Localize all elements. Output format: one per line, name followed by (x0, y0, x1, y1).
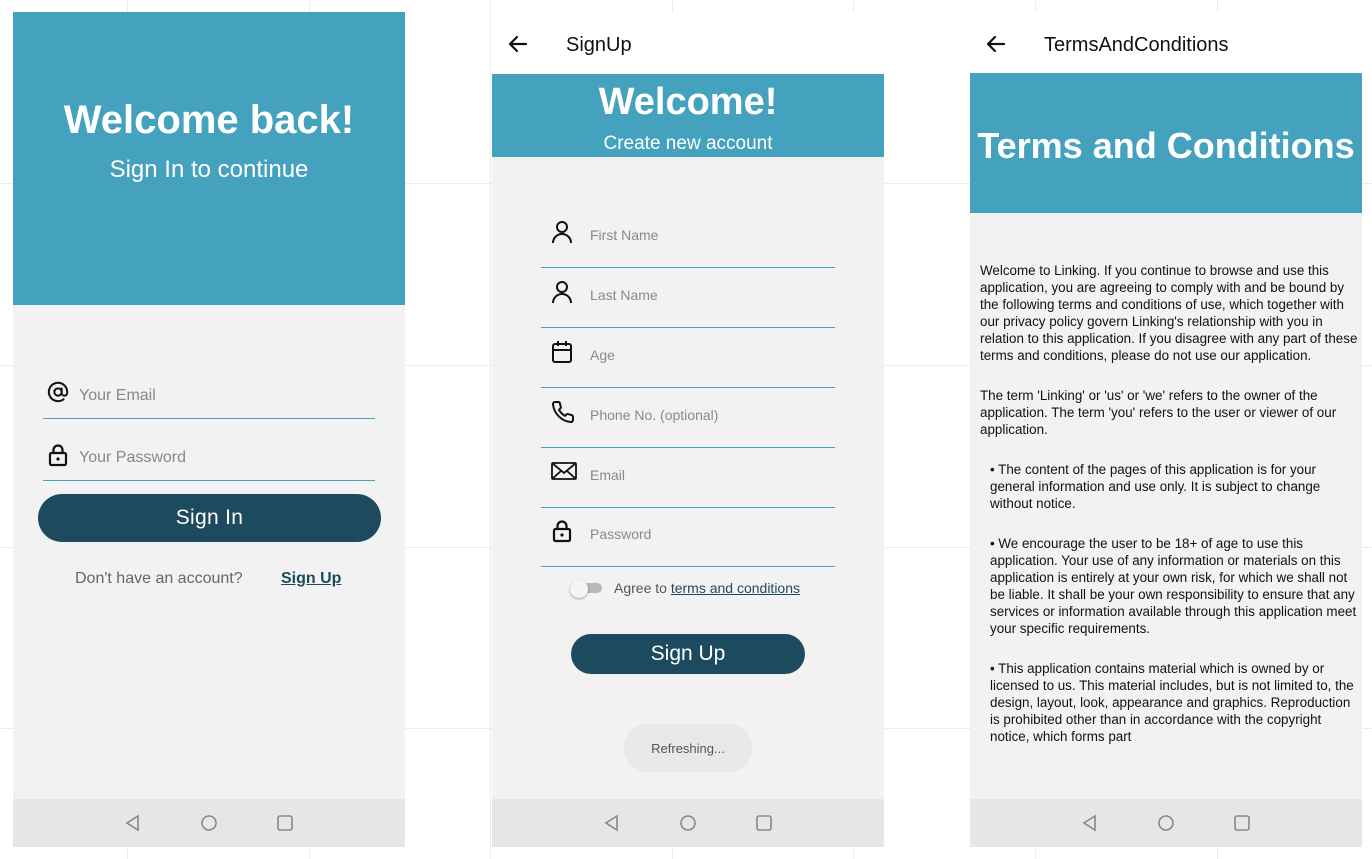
android-nav-bar (970, 799, 1362, 847)
first-name-field[interactable]: First Name (541, 208, 835, 268)
signin-subtitle: Sign In to continue (109, 156, 309, 183)
person-icon (551, 220, 573, 249)
last-name-field[interactable]: Last Name (541, 268, 835, 328)
password-placeholder: Your Password (79, 449, 187, 466)
signin-button[interactable]: Sign In (38, 494, 381, 542)
signin-header: Welcome back! Sign In to continue (13, 12, 405, 305)
back-nav-icon[interactable] (124, 814, 142, 832)
last-name-placeholder: Last Name (590, 287, 658, 303)
signup-topbar: SignUp (492, 12, 884, 74)
phone-field[interactable]: Phone No. (optional) (541, 388, 835, 448)
terms-topbar: TermsAndConditions (970, 12, 1362, 73)
terms-screen: TermsAndConditions Terms and Conditions … (970, 12, 1362, 847)
recents-nav-icon[interactable] (1233, 814, 1251, 832)
mail-icon (551, 460, 577, 487)
signup-screen: SignUp Welcome! Create new account First… (492, 12, 884, 847)
recents-nav-icon[interactable] (755, 814, 773, 832)
agree-terms-label: Agree to terms and conditions (614, 580, 800, 596)
terms-bullet: • We encourage the user to be 18+ of age… (990, 536, 1357, 636)
terms-bullet: • The content of the pages of this appli… (990, 462, 1321, 511)
signup-topbar-title: SignUp (566, 34, 632, 56)
terms-bullet: • This application contains material whi… (990, 661, 1354, 744)
refreshing-toast: Refreshing... (624, 724, 752, 772)
signin-screen: Welcome back! Sign In to continue Your E… (13, 12, 405, 847)
terms-title: Terms and Conditions (977, 125, 1355, 166)
email-field[interactable]: Email (541, 448, 835, 508)
email-placeholder: Your Email (79, 387, 156, 404)
terms-body[interactable]: Welcome to Linking. If you continue to b… (980, 262, 1358, 780)
android-nav-bar (13, 799, 405, 847)
back-arrow-icon[interactable] (986, 34, 1006, 59)
password-field[interactable]: Your Password (43, 429, 375, 481)
lock-icon (47, 443, 69, 472)
lock-icon (551, 519, 573, 548)
terms-paragraph: Welcome to Linking. If you continue to b… (980, 263, 1358, 363)
email-placeholder: Email (590, 467, 626, 483)
signup-link[interactable]: Sign Up (281, 570, 341, 588)
signup-subtitle: Create new account (603, 133, 773, 154)
password-placeholder: Password (590, 526, 652, 542)
toggle-knob (570, 580, 588, 598)
at-icon (47, 381, 69, 408)
signin-title: Welcome back! (63, 98, 355, 142)
back-arrow-icon[interactable] (508, 34, 528, 59)
home-nav-icon[interactable] (200, 814, 218, 832)
no-account-text: Don't have an account? (75, 570, 243, 587)
password-field[interactable]: Password (541, 507, 835, 567)
phone-placeholder: Phone No. (optional) (590, 407, 719, 423)
recents-nav-icon[interactable] (276, 814, 294, 832)
signup-button[interactable]: Sign Up (571, 634, 805, 674)
first-name-placeholder: First Name (590, 227, 659, 243)
signup-title: Welcome! (598, 81, 778, 123)
phone-icon (551, 400, 575, 429)
terms-topbar-title: TermsAndConditions (1044, 34, 1229, 56)
terms-toggle-switch[interactable] (570, 580, 604, 598)
home-nav-icon[interactable] (1157, 814, 1175, 832)
back-nav-icon[interactable] (603, 814, 621, 832)
signup-header: Welcome! Create new account (492, 74, 884, 157)
age-placeholder: Age (590, 347, 615, 363)
age-field[interactable]: Age (541, 328, 835, 388)
terms-paragraph: The term 'Linking' or 'us' or 'we' refer… (980, 388, 1337, 437)
calendar-icon (551, 340, 573, 369)
terms-link[interactable]: terms and conditions (671, 580, 800, 596)
person-icon (551, 280, 573, 309)
terms-header: Terms and Conditions (970, 73, 1362, 213)
email-field[interactable]: Your Email (43, 367, 375, 419)
home-nav-icon[interactable] (679, 814, 697, 832)
agree-prefix: Agree to (614, 580, 667, 596)
back-nav-icon[interactable] (1081, 814, 1099, 832)
android-nav-bar (492, 799, 884, 847)
